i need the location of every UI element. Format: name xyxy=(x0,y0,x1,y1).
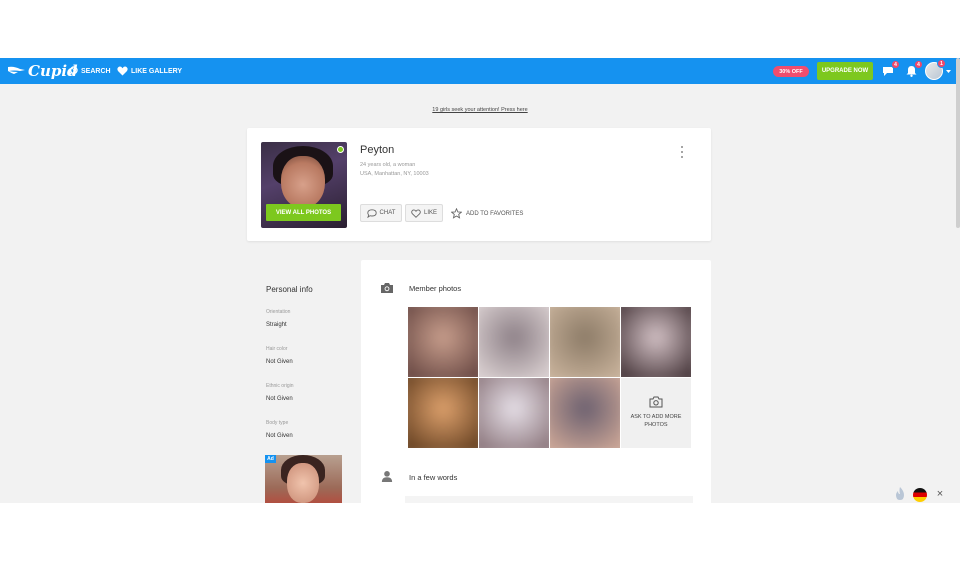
few-words-text-box xyxy=(405,496,693,503)
notifications-button[interactable]: 4 xyxy=(904,60,923,78)
blurred-photo xyxy=(621,307,691,377)
ad-label: Ad xyxy=(265,455,276,463)
hair-color-label: Hair color xyxy=(266,346,288,352)
nav-search-label: SEARCH xyxy=(81,67,111,75)
profile-name: Peyton xyxy=(360,144,395,156)
hair-color-value: Not Given xyxy=(266,359,293,365)
blurred-photo xyxy=(550,307,620,377)
person-icon xyxy=(381,471,393,482)
avatar-alert-badge: 1 xyxy=(937,59,946,68)
profile-main-photo[interactable]: VIEW ALL PHOTOS xyxy=(261,142,347,228)
camera-icon xyxy=(381,283,393,293)
messages-count-badge: 4 xyxy=(891,60,900,69)
nav-like-gallery-label: LIKE GALLERY xyxy=(131,67,183,75)
member-photo-tile[interactable] xyxy=(621,307,691,377)
like-button[interactable]: LIKE xyxy=(405,204,443,222)
chat-button-label: CHAT xyxy=(379,210,396,216)
more-options-icon[interactable] xyxy=(679,146,685,158)
page-viewport: Cupid SEARCH LIKE GALLERY 30% OFF UPGRAD… xyxy=(0,58,960,503)
ethnic-origin-label: Ethnic origin xyxy=(266,383,294,389)
member-photos-title: Member photos xyxy=(409,284,462,293)
orientation-label: Orientation xyxy=(266,309,291,315)
blurred-photo xyxy=(479,378,549,448)
user-avatar-menu[interactable]: 1 xyxy=(925,59,946,80)
blurred-photo xyxy=(550,378,620,448)
ethnic-origin-value: Not Given xyxy=(266,396,293,402)
blurred-photo xyxy=(408,378,478,448)
heart-outline-icon xyxy=(411,208,421,218)
top-navigation-bar: Cupid SEARCH LIKE GALLERY 30% OFF UPGRAD… xyxy=(0,58,960,84)
search-icon xyxy=(68,66,78,76)
member-photo-tile[interactable] xyxy=(479,378,549,448)
vertical-scrollbar[interactable] xyxy=(956,58,960,228)
personal-info-title: Personal info xyxy=(266,285,313,294)
advertisement-banner[interactable]: Ad xyxy=(265,455,342,503)
nav-like-gallery[interactable]: LIKE GALLERY xyxy=(117,65,182,77)
language-flag-german[interactable] xyxy=(913,488,927,502)
profile-location: USA, Manhattan, NY, 10003 xyxy=(360,171,429,177)
camera-outline-icon xyxy=(649,396,663,408)
wings-icon xyxy=(8,66,25,74)
chat-button[interactable]: CHAT xyxy=(360,204,402,222)
online-status-indicator xyxy=(337,146,344,153)
ad-face-shape xyxy=(287,463,319,503)
add-to-favorites-button[interactable]: ADD TO FAVORITES xyxy=(451,208,523,219)
member-photo-tile[interactable] xyxy=(550,378,620,448)
view-all-photos-button[interactable]: VIEW ALL PHOTOS xyxy=(266,204,341,221)
blurred-photo xyxy=(408,307,478,377)
member-details-card: Member photos ASK TO ADD MORE PHOTOS In … xyxy=(361,260,711,503)
discount-badge[interactable]: 30% OFF xyxy=(773,66,809,77)
few-words-title: In a few words xyxy=(409,473,458,482)
add-to-favorites-label: ADD TO FAVORITES xyxy=(466,210,524,217)
chat-icon xyxy=(366,208,377,218)
member-photo-tile[interactable] xyxy=(408,307,478,377)
close-icon[interactable]: × xyxy=(934,487,946,501)
blurred-photo xyxy=(479,307,549,377)
photo-face-shape xyxy=(281,156,325,208)
notifications-count-badge: 4 xyxy=(914,60,923,69)
ask-more-photos-button[interactable]: ASK TO ADD MORE PHOTOS xyxy=(621,378,691,448)
flame-icon[interactable] xyxy=(893,486,907,502)
upgrade-now-button[interactable]: UPGRADE NOW xyxy=(817,62,873,80)
personal-info-panel: Personal info Orientation Straight Hair … xyxy=(247,260,361,503)
member-photos-grid: ASK TO ADD MORE PHOTOS xyxy=(408,307,691,449)
member-photo-tile[interactable] xyxy=(479,307,549,377)
member-photo-tile[interactable] xyxy=(408,378,478,448)
body-type-label: Body type xyxy=(266,420,289,426)
messages-button[interactable]: 4 xyxy=(881,60,900,78)
chevron-down-icon[interactable] xyxy=(946,70,951,74)
member-photo-tile[interactable] xyxy=(550,307,620,377)
like-button-label: LIKE xyxy=(423,210,437,216)
heart-icon xyxy=(117,66,128,76)
profile-age-gender: 24 years old, a woman xyxy=(360,162,416,168)
nav-search[interactable]: SEARCH xyxy=(68,65,111,77)
body-type-value: Not Given xyxy=(266,433,293,439)
star-outline-icon xyxy=(451,208,462,219)
attention-link[interactable]: 19 girls seek your attention! Press here xyxy=(0,107,960,113)
profile-header-card: VIEW ALL PHOTOS Peyton 24 years old, a w… xyxy=(247,128,711,241)
orientation-value: Straight xyxy=(266,322,287,328)
ask-more-photos-label: ASK TO ADD MORE PHOTOS xyxy=(630,414,682,428)
